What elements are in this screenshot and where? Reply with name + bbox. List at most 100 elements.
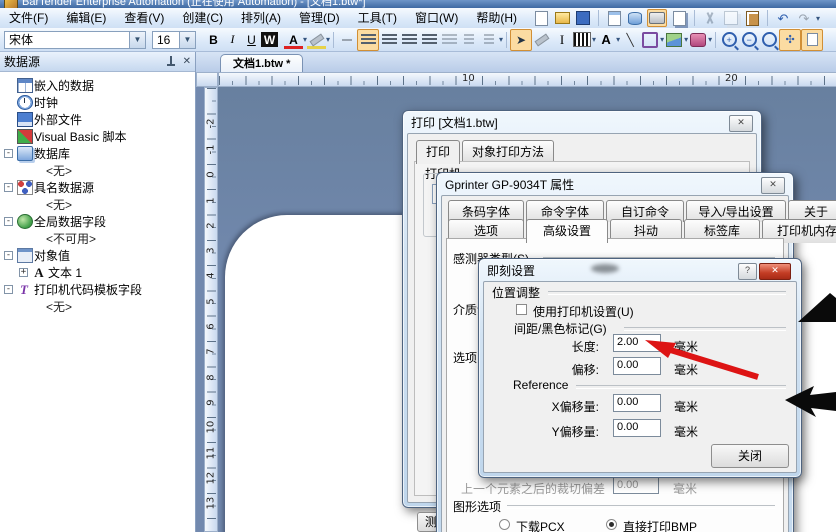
smudge-artifact <box>591 264 619 273</box>
print-icon <box>649 12 665 24</box>
tree-item-unavailable[interactable]: <不可用> <box>0 230 195 247</box>
align-grid-button[interactable] <box>439 30 459 50</box>
cut-offset-input[interactable]: 0.00 <box>613 477 659 494</box>
tree-item-database[interactable]: - 数据库 <box>0 145 195 162</box>
page-view-button[interactable] <box>801 28 824 51</box>
tree-item-printer-code-template[interactable]: - T 打印机代码模板字段 <box>0 281 195 298</box>
tree-item-text-1[interactable]: + A 文本 1 <box>0 264 195 281</box>
tree-item-embedded-data[interactable]: 嵌入的数据 <box>0 77 195 94</box>
white-on-black-button[interactable]: W <box>261 32 278 47</box>
italic-button[interactable]: I <box>223 31 242 49</box>
close-icon[interactable]: ✕ <box>729 115 753 132</box>
align-left-button[interactable] <box>357 28 380 51</box>
fit-to-window-button[interactable]: ✣ <box>779 28 802 51</box>
font-color-button[interactable]: A <box>284 31 303 49</box>
direct-print-bmp-radio[interactable] <box>606 519 617 530</box>
menu-file[interactable]: 文件(F) <box>0 8 57 28</box>
close-icon[interactable]: ✕ <box>183 56 191 67</box>
tree-item-none[interactable]: <无> <box>0 298 195 315</box>
tree-item-external-file[interactable]: 外部文件 <box>0 111 195 128</box>
menu-edit[interactable]: 编辑(E) <box>57 8 115 28</box>
zoom-out-button[interactable]: − <box>739 30 759 50</box>
menu-view[interactable]: 查看(V) <box>115 8 173 28</box>
tree-item-none[interactable]: <无> <box>0 196 195 213</box>
save-button[interactable] <box>574 10 592 26</box>
collapse-toggle[interactable]: - <box>4 217 13 226</box>
underline-button[interactable]: U <box>242 31 261 49</box>
page-setup-button[interactable] <box>605 10 623 26</box>
select-tool-button[interactable]: ➤ <box>510 28 533 51</box>
align-justify-button[interactable] <box>419 30 439 50</box>
align-center-button[interactable] <box>379 30 399 50</box>
toolbar-overflow-chevron[interactable]: ▾ <box>816 14 820 23</box>
tree-item-none[interactable]: <无> <box>0 162 195 179</box>
highlight-dropdown[interactable]: ▾ <box>326 35 330 44</box>
anchor-button-1[interactable] <box>459 30 479 50</box>
expand-toggle[interactable]: + <box>19 268 28 277</box>
window-titlebar: BarTender Enterprise Automation (正在使用 Au… <box>0 0 836 8</box>
format-painter-button[interactable] <box>532 30 552 50</box>
y-offset-input[interactable]: 0.00 <box>613 419 661 437</box>
length-unit: 毫米 <box>674 340 699 354</box>
tab-object-print-method[interactable]: 对象打印方法 <box>462 140 555 162</box>
font-name-combo[interactable]: 宋体 ▼ <box>4 30 146 49</box>
new-document-button[interactable] <box>532 10 550 26</box>
line-spacing-button[interactable] <box>337 30 357 50</box>
cut-button[interactable] <box>701 10 719 26</box>
zoom-select-button[interactable] <box>759 30 779 50</box>
close-icon[interactable]: ✕ <box>759 263 791 280</box>
text-cursor-tool-button[interactable]: I <box>552 30 572 50</box>
help-icon[interactable]: ? <box>738 263 757 280</box>
collapse-toggle[interactable]: - <box>4 183 13 192</box>
barcode-tool-button[interactable] <box>572 30 592 50</box>
menu-window[interactable]: 窗口(W) <box>406 8 467 28</box>
group-divider <box>507 505 775 509</box>
offset-input[interactable]: 0.00 <box>613 357 661 375</box>
pin-icon[interactable] <box>166 55 175 68</box>
close-icon[interactable]: ✕ <box>761 177 785 194</box>
use-printer-settings-checkbox[interactable] <box>516 304 527 315</box>
font-name-value: 宋体 <box>9 33 34 47</box>
font-size-combo[interactable]: 16 ▼ <box>152 30 196 49</box>
picture-tool-button[interactable] <box>664 30 684 50</box>
highlight-color-button[interactable] <box>307 31 326 49</box>
tree-item-named-data-source[interactable]: - 具名数据源 <box>0 179 195 196</box>
open-button[interactable] <box>553 10 571 26</box>
tree-item-object-value[interactable]: - 对象值 <box>0 247 195 264</box>
collapse-toggle[interactable]: - <box>4 285 13 294</box>
bold-button[interactable]: B <box>204 31 223 49</box>
tab-print[interactable]: 打印 <box>416 140 461 164</box>
database-setup-button[interactable] <box>626 10 644 26</box>
undo-button[interactable]: ↶ <box>774 10 792 26</box>
collapse-toggle[interactable]: - <box>4 149 13 158</box>
print-preview-button[interactable] <box>670 10 688 26</box>
zoom-in-button[interactable]: + <box>719 30 739 50</box>
print-button[interactable] <box>647 9 667 27</box>
menu-arrange[interactable]: 排列(A) <box>232 8 290 28</box>
line-tool-button[interactable]: ╲ <box>620 30 640 50</box>
align-right-button[interactable] <box>399 30 419 50</box>
document-tab[interactable]: 文档1.btw * <box>220 54 304 73</box>
toolbar-overflow-chevron[interactable]: ▾ <box>499 35 503 44</box>
text-tool-button[interactable]: A <box>596 30 616 50</box>
collapse-toggle[interactable]: - <box>4 251 13 260</box>
x-offset-input[interactable]: 0.00 <box>613 394 661 412</box>
paste-button[interactable] <box>743 10 761 26</box>
menu-help[interactable]: 帮助(H) <box>467 8 526 28</box>
menu-create[interactable]: 创建(C) <box>173 8 232 28</box>
tab-advanced-settings[interactable]: 高级设置 <box>526 219 608 243</box>
close-button[interactable]: 关闭 <box>711 444 789 468</box>
stamp-tool-button[interactable] <box>688 30 708 50</box>
menu-tools[interactable]: 工具(T) <box>349 8 406 28</box>
tree-item-global-data-field[interactable]: - 全局数据字段 <box>0 213 195 230</box>
redo-button[interactable]: ↷ <box>795 10 813 26</box>
tree-item-vb-script[interactable]: Visual Basic 脚本 <box>0 128 195 145</box>
menu-manage[interactable]: 管理(D) <box>290 8 349 28</box>
anchor-button-2[interactable] <box>479 30 499 50</box>
copy-button[interactable] <box>722 10 740 26</box>
shape-tool-button[interactable] <box>640 30 660 50</box>
length-input[interactable]: 2.00 <box>613 334 661 352</box>
stamp-dropdown[interactable]: ▾ <box>708 35 712 44</box>
tree-item-clock[interactable]: 时钟 <box>0 94 195 111</box>
download-pcx-radio[interactable] <box>499 519 510 530</box>
